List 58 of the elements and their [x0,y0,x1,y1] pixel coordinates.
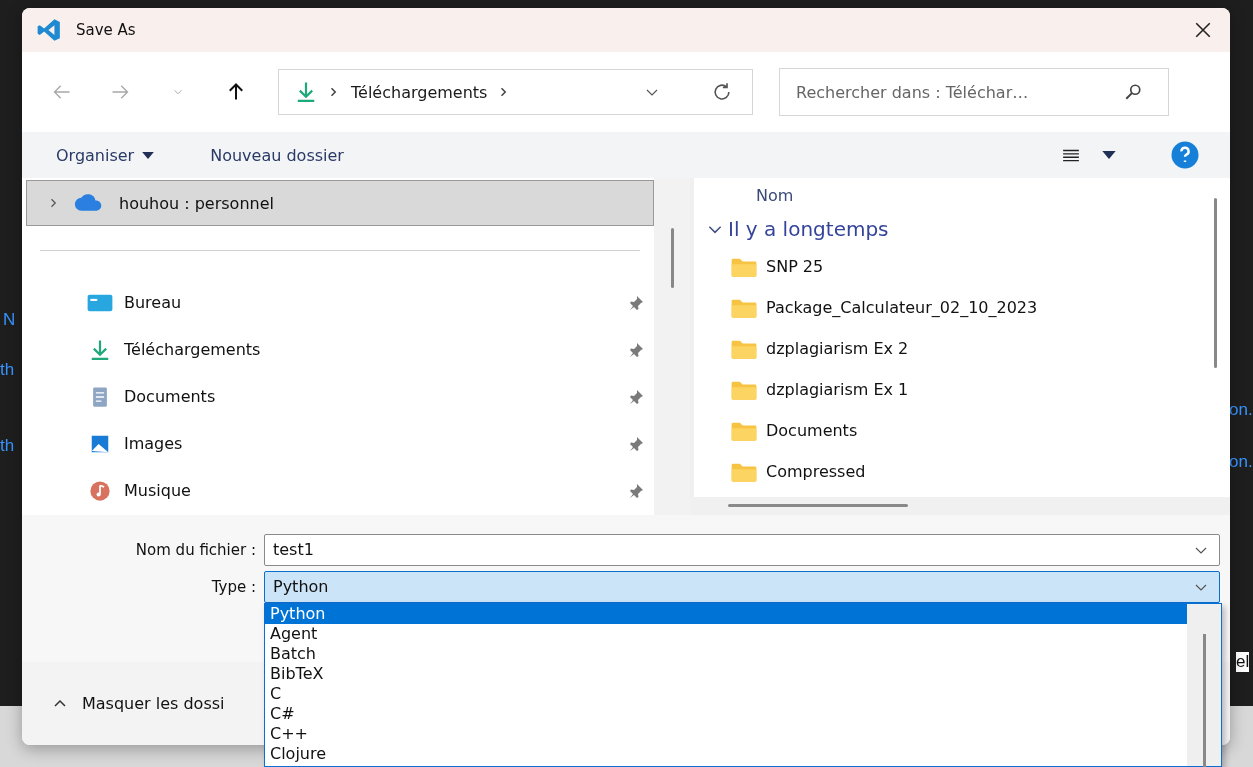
caret-icon[interactable] [1102,151,1116,159]
new-folder-button[interactable]: Nouveau dossier [198,141,356,169]
background-text: N [3,310,16,330]
app-logo-icon [36,17,62,43]
help-icon[interactable] [1170,140,1200,170]
quick-access-item[interactable]: Documents [26,373,654,420]
pin-icon[interactable] [628,294,644,311]
address-bar[interactable]: Téléchargements [278,69,753,115]
background-text: th [0,360,15,380]
quick-access-item[interactable]: Musique [26,467,654,514]
type-option[interactable]: Agent [265,624,1187,644]
background-text: on. [1229,400,1253,420]
background-text: el [1236,652,1250,672]
scrollbar-thumb[interactable] [670,228,674,288]
chevron-right-icon [329,87,339,97]
download-icon [295,81,317,103]
caret-icon [142,151,155,159]
window-title: Save As [76,21,136,39]
hide-folders-button[interactable]: Masquer les dossi [48,690,229,717]
type-option[interactable]: Clojure [265,744,1187,764]
close-icon [1194,21,1212,39]
type-option[interactable]: Python [265,604,1187,624]
folder-item[interactable]: SNP 25 [706,246,1200,287]
type-option[interactable]: Batch [265,644,1187,664]
background-text: th [0,436,15,456]
pin-icon[interactable] [628,341,644,358]
type-option[interactable]: BibTeX [265,664,1187,684]
type-option[interactable]: C++ [265,724,1187,744]
chevron-right-icon [49,198,59,208]
folder-item[interactable]: dzplagiarism Ex 2 [706,328,1200,369]
type-option[interactable]: C# [265,704,1187,724]
quick-access-item[interactable]: Téléchargements [26,326,654,373]
column-header[interactable]: Nom [706,178,1200,212]
folder-item[interactable]: dzplagiarism Ex 1 [706,369,1200,410]
quick-access-item[interactable]: Images [26,420,654,467]
breadcrumb-item[interactable]: Téléchargements [351,82,488,102]
organize-button[interactable]: Organiser [44,141,167,169]
scrollbar-thumb[interactable] [728,504,908,507]
pin-icon[interactable] [628,435,644,452]
pin-icon[interactable] [628,388,644,405]
group-header[interactable]: Il y a longtemps [706,212,1200,246]
filename-field[interactable]: test1 [264,533,1220,566]
scrollbar-thumb[interactable] [1213,198,1217,368]
search-field[interactable]: Rechercher dans : Téléchar… [779,68,1169,116]
filename-label: Nom du fichier : [134,540,257,559]
type-dropdown[interactable]: Python [264,570,1220,603]
type-label: Type : [210,577,257,596]
folder-item[interactable]: Documents [706,410,1200,451]
type-option[interactable]: C [265,684,1187,704]
scrollbar-thumb[interactable] [1202,634,1206,767]
pin-icon[interactable] [628,482,644,499]
folder-item[interactable]: Package_Calculateur_02_10_2023 [706,287,1200,328]
quick-access-item[interactable]: Bureau [26,279,654,326]
nav-tree-item[interactable]: houhou : personnel [26,180,654,226]
search-icon [1124,83,1142,101]
background-text: on. [1229,452,1253,472]
folder-item[interactable]: Compressed [706,451,1200,492]
refresh-icon[interactable] [712,82,732,102]
